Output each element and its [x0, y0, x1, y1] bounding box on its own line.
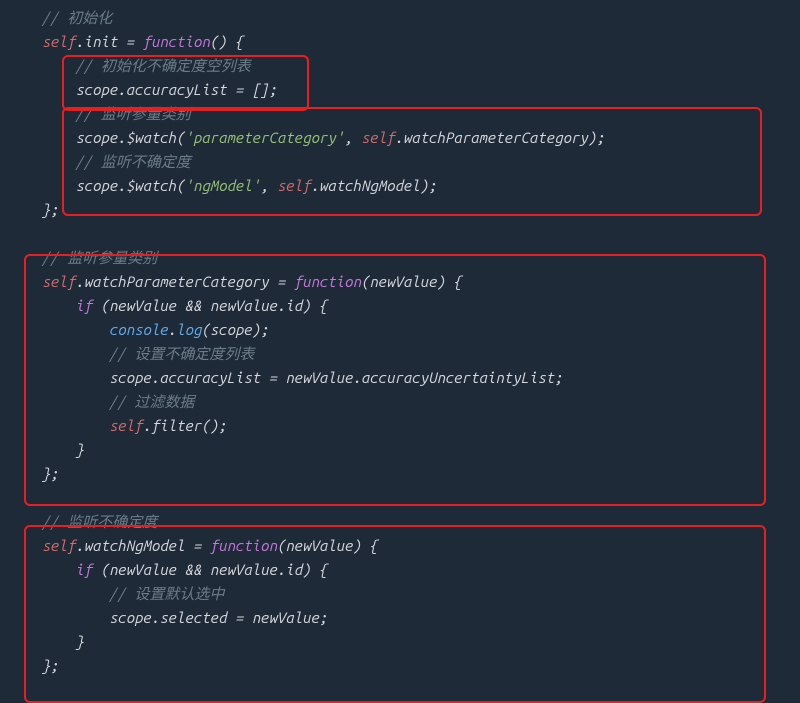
code-line: self.watchParameterCategory = function(n…: [42, 270, 800, 294]
code-line: // 设置不确定度列表: [42, 342, 800, 366]
code-line: };: [42, 654, 800, 678]
code-line: console.log(scope);: [42, 318, 800, 342]
code-line: self.filter();: [42, 414, 800, 438]
code-line: // 初始化: [42, 6, 800, 30]
code-line: scope.selected = newValue;: [42, 606, 800, 630]
code-line: if (newValue && newValue.id) {: [42, 558, 800, 582]
code-line: };: [42, 462, 800, 486]
code-line: // 监听不确定度: [42, 510, 800, 534]
comment: // 初始化: [42, 9, 112, 26]
blank-line: [42, 222, 800, 246]
code-line: // 监听参量类别: [42, 246, 800, 270]
code-line: self.watchNgModel = function(newValue) {: [42, 534, 800, 558]
code-line: // 过滤数据: [42, 390, 800, 414]
code-line: // 监听不确定度: [42, 150, 800, 174]
code-line: self.init = function() {: [42, 30, 800, 54]
code-line: }: [42, 438, 800, 462]
code-line: scope.accuracyList = newValue.accuracyUn…: [42, 366, 800, 390]
code-line: scope.$watch('ngModel', self.watchNgMode…: [42, 174, 800, 198]
code-line: // 初始化不确定度空列表: [42, 54, 800, 78]
code-line: }: [42, 630, 800, 654]
blank-line: [42, 486, 800, 510]
code-line: // 监听参量类别: [42, 102, 800, 126]
code-block: // 初始化 self.init = function() { // 初始化不确…: [0, 0, 800, 684]
code-line: scope.accuracyList = [];: [42, 78, 800, 102]
code-line: if (newValue && newValue.id) {: [42, 294, 800, 318]
code-line: scope.$watch('parameterCategory', self.w…: [42, 126, 800, 150]
code-line: };: [42, 198, 800, 222]
code-line: // 设置默认选中: [42, 582, 800, 606]
